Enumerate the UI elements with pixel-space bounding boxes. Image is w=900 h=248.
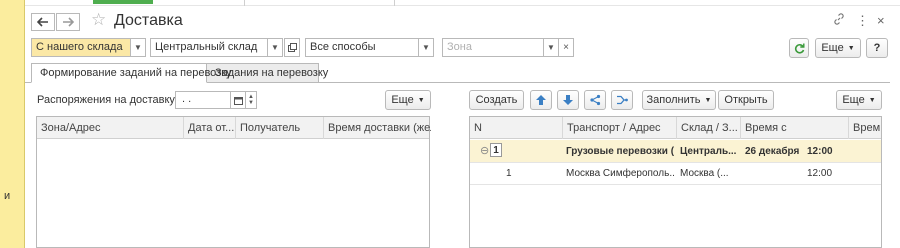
chevron-down-icon: ▼: [417, 96, 425, 104]
refresh-icon: [794, 43, 804, 54]
open-button[interactable]: Открыть: [718, 90, 774, 110]
star-icon[interactable]: ☆: [91, 10, 106, 30]
warehouse-dropdown-button[interactable]: ▼: [267, 38, 283, 57]
orders-table: Зона/Адрес Дата от... Получатель Время д…: [36, 116, 431, 248]
column-header[interactable]: Врем: [848, 117, 883, 139]
column-header[interactable]: Склад / З...: [676, 117, 740, 139]
arrow-left-icon: [37, 17, 48, 27]
move-up-button[interactable]: [530, 90, 552, 110]
row-divider: [470, 184, 881, 185]
chevron-down-icon: ▼: [847, 44, 855, 52]
transport-cell: Грузовые перевозки (...: [566, 146, 674, 157]
date-cell: 26 декабря: [745, 146, 800, 157]
chevron-down-icon: ▼: [704, 96, 712, 104]
forward-button[interactable]: [56, 13, 80, 31]
zone-dropdown-button[interactable]: ▼: [543, 38, 559, 57]
row-number: 1: [506, 168, 512, 179]
warehouse-cell: Централь...: [680, 146, 737, 157]
column-header[interactable]: Время с: [740, 117, 848, 139]
arrow-down-icon: [563, 95, 573, 105]
chevron-down-icon: ▼: [868, 96, 876, 104]
table-header: Зона/Адрес Дата от... Получатель Время д…: [37, 117, 431, 139]
column-header[interactable]: Транспорт / Адрес: [562, 117, 676, 139]
method-field[interactable]: Все способы: [305, 38, 419, 57]
strip-divider: [244, 0, 245, 6]
fill-button[interactable]: Заполнить ▼: [642, 90, 716, 110]
time-cell: 12:00: [807, 168, 833, 179]
more-label: Еще: [821, 42, 844, 54]
more-button-top[interactable]: Еще ▼: [815, 38, 861, 58]
more-label: Еще: [842, 94, 865, 106]
move-down-button[interactable]: [557, 90, 579, 110]
column-header[interactable]: Дата от...: [183, 117, 235, 139]
page-title: Доставка: [114, 12, 183, 29]
calendar-icon: [233, 96, 243, 105]
split-icon: [590, 94, 601, 106]
date-label: Распоряжения на доставку до:: [37, 94, 194, 106]
more-vertical-icon[interactable]: ⋮: [856, 13, 869, 29]
refresh-button[interactable]: [789, 38, 809, 58]
source-dropdown-button[interactable]: ▼: [130, 38, 146, 57]
zone-placeholder: Зона: [447, 41, 472, 53]
table-header: N Транспорт / Адрес Склад / З... Время с…: [470, 117, 881, 139]
date-field[interactable]: . .: [175, 91, 231, 109]
fill-label: Заполнить: [646, 94, 701, 106]
create-button[interactable]: Создать: [469, 90, 524, 110]
row-divider: [470, 162, 881, 163]
split-button[interactable]: [584, 90, 606, 110]
help-label: ?: [873, 42, 881, 54]
zone-clear-button[interactable]: ×: [558, 38, 574, 57]
transport-cell: Москва Симферополь...: [566, 168, 674, 179]
zone-field[interactable]: Зона: [442, 38, 544, 57]
help-button[interactable]: ?: [866, 38, 888, 58]
side-panel: и: [0, 0, 25, 248]
warehouse-cell: Москва (...: [680, 168, 729, 179]
column-header[interactable]: Зона/Адрес: [37, 117, 183, 139]
warehouse-field[interactable]: Центральный склад: [150, 38, 268, 57]
top-strip: [25, 0, 900, 6]
more-button-right[interactable]: Еще ▼: [836, 90, 882, 110]
arrow-right-icon: [63, 17, 74, 27]
open-icon: [287, 43, 297, 52]
back-button[interactable]: [31, 13, 55, 31]
source-field[interactable]: С нашего склада: [31, 38, 131, 57]
transport-table: N Транспорт / Адрес Склад / З... Время с…: [469, 116, 882, 248]
calendar-button[interactable]: [230, 91, 246, 109]
strip-divider: [394, 0, 395, 6]
time-cell: 12:00: [807, 146, 833, 157]
group-index: 1: [490, 143, 502, 157]
collapse-icon[interactable]: ⊖: [480, 144, 489, 157]
column-header[interactable]: N: [470, 117, 562, 139]
open-warehouse-button[interactable]: [284, 38, 300, 57]
date-spin-button[interactable]: ▲ ▼: [245, 91, 257, 109]
link-icon[interactable]: [833, 13, 845, 28]
active-tab-marker: [93, 0, 153, 4]
side-panel-label: и: [4, 190, 11, 202]
more-button-left[interactable]: Еще ▼: [385, 90, 431, 110]
merge-icon: [617, 95, 628, 105]
column-header[interactable]: Время доставки (жела: [323, 117, 431, 139]
close-icon[interactable]: ×: [877, 13, 885, 28]
tab-formation[interactable]: Формирование заданий на перевозку: [31, 63, 232, 83]
merge-button[interactable]: [611, 90, 633, 110]
arrow-up-icon: [536, 95, 546, 105]
column-header[interactable]: Получатель: [235, 117, 323, 139]
more-label: Еще: [391, 94, 414, 106]
method-dropdown-button[interactable]: ▼: [418, 38, 434, 57]
